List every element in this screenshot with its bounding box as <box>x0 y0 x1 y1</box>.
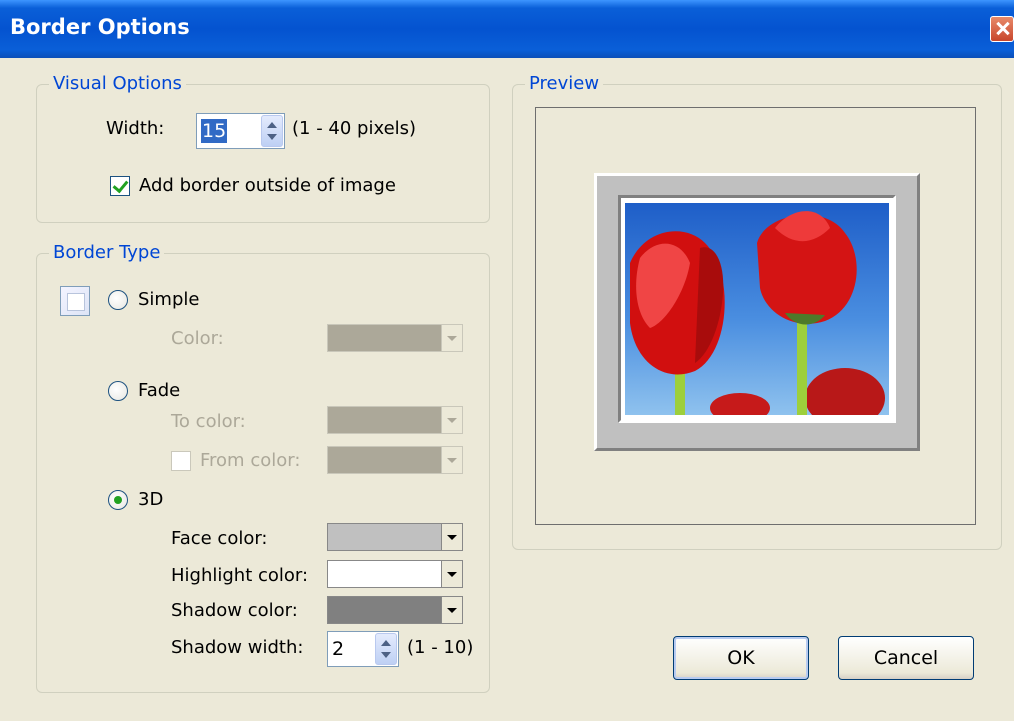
highlight-color-swatch <box>328 561 441 587</box>
visual-options-legend: Visual Options <box>49 73 186 95</box>
shadow-color-label: Shadow color: <box>171 600 298 621</box>
fade-to-color-dropdown[interactable] <box>327 406 463 434</box>
fade-to-color-swatch <box>328 407 441 433</box>
spin-up-icon[interactable] <box>267 122 277 128</box>
spin-up-icon[interactable] <box>381 640 391 646</box>
face-color-dropdown[interactable] <box>327 523 463 551</box>
radio-selected-dot <box>114 496 122 504</box>
fade-from-color-swatch <box>328 447 441 473</box>
width-spin-buttons[interactable] <box>261 115 283 147</box>
shadow-width-label: Shadow width: <box>171 637 304 658</box>
fade-label[interactable]: Fade <box>138 380 180 402</box>
shadow-width-spinner[interactable]: 2 <box>327 631 399 667</box>
face-color-label: Face color: <box>171 528 268 549</box>
simple-color-swatch <box>328 325 441 351</box>
three-d-label[interactable]: 3D <box>138 489 163 511</box>
shadow-color-dropdown[interactable] <box>327 596 463 624</box>
fade-from-color-checkbox[interactable] <box>171 451 191 471</box>
ok-button[interactable]: OK <box>673 636 809 680</box>
window-title: Border Options <box>10 15 190 39</box>
simple-radio[interactable] <box>108 290 128 310</box>
highlight-color-label: Highlight color: <box>171 565 309 586</box>
simple-color-label: Color: <box>171 328 224 349</box>
preview-legend: Preview <box>525 73 604 95</box>
shadow-color-swatch <box>328 597 441 623</box>
highlight-color-dropdown[interactable] <box>327 560 463 588</box>
cancel-button[interactable]: Cancel <box>838 636 974 680</box>
fade-from-color-dropdown[interactable] <box>327 446 463 474</box>
face-color-swatch <box>328 524 441 550</box>
width-value[interactable]: 15 <box>201 119 228 143</box>
fade-from-color-label: From color: <box>200 450 301 471</box>
dropdown-arrow-icon[interactable] <box>441 524 462 550</box>
three-d-radio[interactable] <box>108 490 128 510</box>
fade-to-color-label: To color: <box>171 411 246 432</box>
close-icon[interactable] <box>990 16 1014 42</box>
spin-down-icon[interactable] <box>381 652 391 658</box>
dropdown-arrow-icon[interactable] <box>441 597 462 623</box>
width-label: Width: <box>106 118 165 139</box>
add-border-outside-checkbox[interactable] <box>110 176 130 196</box>
simple-color-dropdown[interactable] <box>327 324 463 352</box>
title-bar[interactable]: Border Options <box>0 0 1014 58</box>
simple-toggle-checkbox[interactable] <box>60 286 90 316</box>
dropdown-arrow-icon[interactable] <box>441 407 462 433</box>
border-options-dialog: Border Options Visual Options Width: 15 … <box>0 0 1014 721</box>
shadow-width-spin-buttons[interactable] <box>375 633 397 665</box>
add-border-outside-label[interactable]: Add border outside of image <box>139 175 396 197</box>
shadow-width-value[interactable]: 2 <box>332 637 344 661</box>
preview-tulip-image <box>625 203 889 415</box>
visual-options-group: Visual Options <box>36 73 490 223</box>
dropdown-arrow-icon[interactable] <box>441 561 462 587</box>
dropdown-arrow-icon[interactable] <box>441 447 462 473</box>
dropdown-arrow-icon[interactable] <box>441 325 462 351</box>
width-range-label: (1 - 40 pixels) <box>292 118 417 139</box>
checkmark-icon <box>112 176 129 194</box>
width-spinner[interactable]: 15 <box>196 113 285 149</box>
fade-radio[interactable] <box>108 381 128 401</box>
shadow-width-range-label: (1 - 10) <box>407 637 474 658</box>
spin-down-icon[interactable] <box>267 134 277 140</box>
border-type-legend: Border Type <box>49 242 165 264</box>
simple-label[interactable]: Simple <box>138 289 199 311</box>
